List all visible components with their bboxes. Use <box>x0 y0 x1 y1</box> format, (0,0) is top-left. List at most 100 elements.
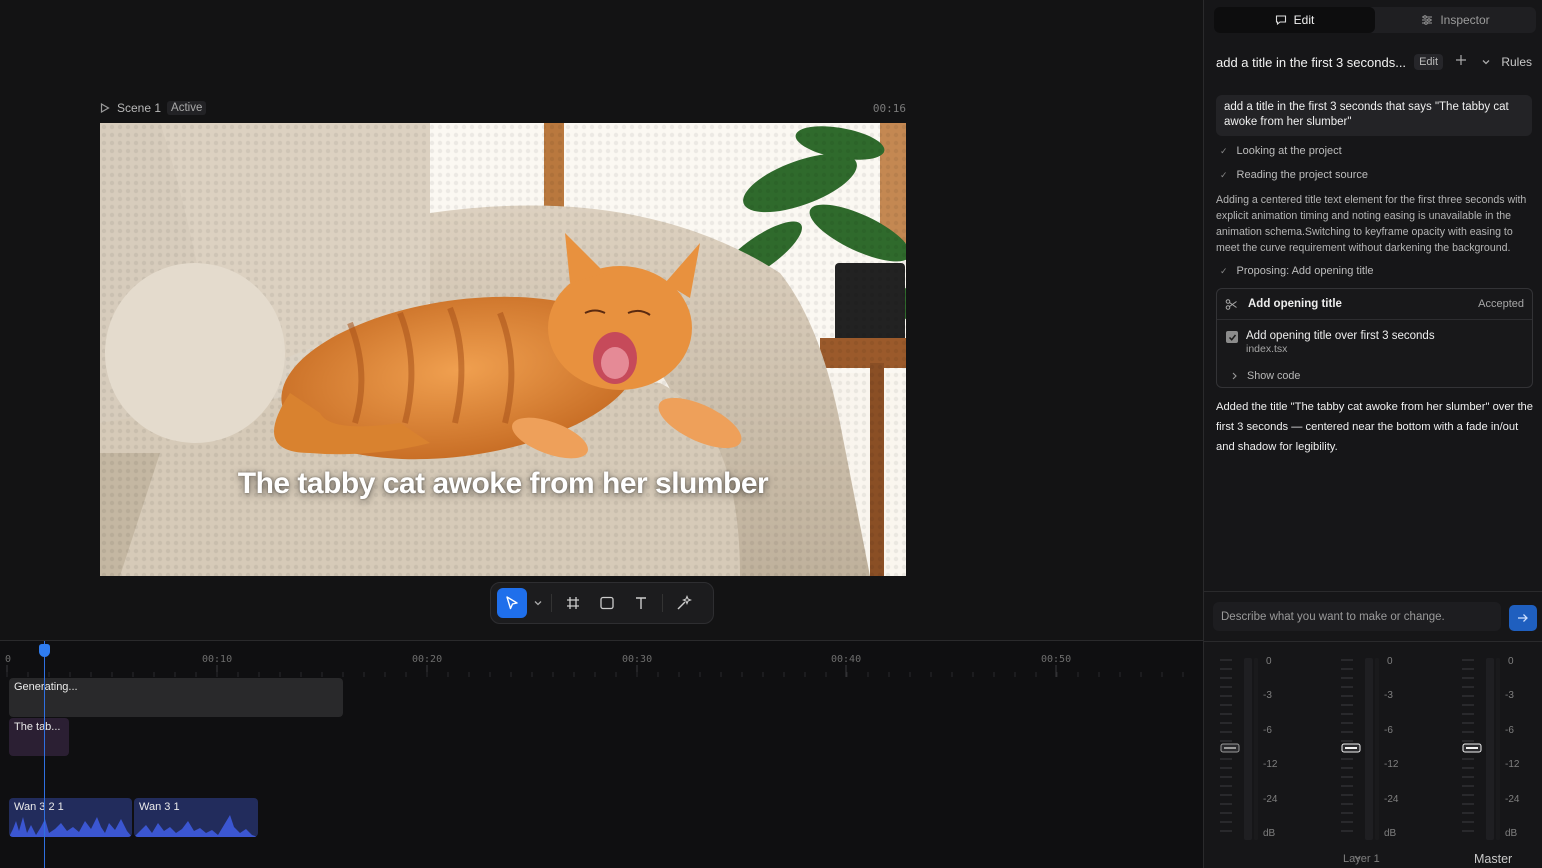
level-meter <box>1496 658 1500 840</box>
tab-inspector-label: Inspector <box>1440 13 1490 27</box>
master-label: Master <box>1474 852 1513 866</box>
db-scale-label: 0 <box>1387 656 1393 667</box>
arrow-right-icon <box>1518 614 1528 622</box>
cat-photo-illustration <box>100 123 906 576</box>
db-scale-label: -3 <box>1505 690 1514 701</box>
prompt-input[interactable] <box>1213 602 1501 631</box>
video-frame[interactable]: The tabby cat awoke from her slumber <box>100 123 906 576</box>
db-scale-label: -12 <box>1505 759 1520 770</box>
db-scale-label: -6 <box>1505 725 1514 736</box>
video-title-overlay[interactable]: The tabby cat awoke from her slumber <box>100 467 906 501</box>
ruler-label: 00:40 <box>831 654 862 665</box>
select-tool-button[interactable] <box>497 588 527 618</box>
step-label: Reading the project source <box>1236 169 1369 181</box>
change-card: Add opening title Accepted Add opening t… <box>1216 288 1533 388</box>
thread-header: add a title in the first 3 seconds... Ed… <box>1216 52 1532 72</box>
toolbar-divider <box>662 594 663 612</box>
grid-tool-button[interactable] <box>558 588 588 618</box>
scene-name: Scene 1 <box>117 101 162 115</box>
rectangle-icon <box>600 596 614 610</box>
db-scale-label: -6 <box>1263 725 1272 736</box>
text-clip[interactable]: The tab... <box>9 718 69 756</box>
toolbar-divider <box>551 594 552 612</box>
db-scale-label: dB <box>1505 828 1518 839</box>
user-message: add a title in the first 3 seconds that … <box>1216 95 1532 136</box>
sliders-icon <box>1422 15 1433 25</box>
sparkle-magic-icon <box>677 595 692 610</box>
tab-edit-label: Edit <box>1293 13 1315 27</box>
playhead-handle[interactable] <box>39 644 50 657</box>
select-arrow-icon <box>506 596 518 610</box>
change-item-checkbox[interactable] <box>1226 331 1238 343</box>
timeline[interactable]: 0 00:10 00:20 00:30 00:40 00:50 Generati… <box>0 640 1203 868</box>
checkmark-icon <box>1228 334 1236 341</box>
panel-tabs: Edit Inspector <box>1214 7 1536 33</box>
chat-bubble-icon <box>1275 15 1286 26</box>
grid-hash-icon <box>567 597 579 609</box>
mixer-meters <box>1220 658 1500 840</box>
change-card-header[interactable]: Add opening title Accepted <box>1217 289 1532 320</box>
db-scale-label: -3 <box>1384 690 1393 701</box>
db-scale-label: -24 <box>1263 794 1278 805</box>
db-scale-label: 0 <box>1266 656 1272 667</box>
audio-clip[interactable]: Wan 3 2 1 <box>9 798 132 837</box>
channel-select[interactable]: Layer 1 <box>1343 853 1380 865</box>
ruler-label: 00:50 <box>1041 654 1072 665</box>
change-card-title: Add opening title <box>1248 298 1342 310</box>
progress-step: ✓ Proposing: Add opening title <box>1220 265 1374 277</box>
preview-area: Scene 1 Active 00:16 The tabby cat awoke… <box>0 0 1203 640</box>
thread-edit-button[interactable]: Edit <box>1414 54 1444 70</box>
canvas-toolbar <box>490 582 714 624</box>
audio-mixer: 0 -3 -6 -12 -24 dB 0 -3 -6 -12 -24 dB 0 -3 -6 -12 -24 dB … <box>1204 641 1542 868</box>
ruler-label: 00:20 <box>412 654 443 665</box>
thread-title[interactable]: add a title in the first 3 seconds... <box>1216 55 1406 70</box>
level-meter <box>1244 658 1252 840</box>
step-label: Looking at the project <box>1236 145 1342 157</box>
audio-waveform <box>9 817 132 837</box>
assistant-panel: Edit Inspector add a title in the first … <box>1203 0 1542 868</box>
ruler-label: 00:10 <box>202 654 233 665</box>
change-item-file[interactable]: index.tsx <box>1246 343 1435 355</box>
text-tool-button[interactable] <box>626 588 656 618</box>
tab-edit[interactable]: Edit <box>1214 7 1375 33</box>
play-icon[interactable] <box>100 103 110 113</box>
progress-step: ✓ Looking at the project <box>1220 145 1342 157</box>
playhead-line[interactable] <box>44 641 45 868</box>
db-scale-label: -3 <box>1263 690 1272 701</box>
rectangle-tool-button[interactable] <box>592 588 622 618</box>
rules-button[interactable]: Rules <box>1501 55 1532 69</box>
new-thread-button[interactable] <box>1455 53 1467 71</box>
change-item-title: Add opening title over first 3 seconds <box>1246 330 1435 342</box>
chevron-right-icon <box>1232 372 1237 380</box>
db-scale-label: -12 <box>1263 759 1278 770</box>
level-meter <box>1254 658 1258 840</box>
chevron-down-icon <box>1482 59 1490 64</box>
scene-time: 00:16 <box>872 101 906 115</box>
level-meter <box>1375 658 1379 840</box>
select-tool-dropdown[interactable] <box>531 588 545 618</box>
thread-dropdown-button[interactable] <box>1481 55 1491 70</box>
db-scale-label: dB <box>1384 828 1397 839</box>
db-scale-label: dB <box>1263 828 1276 839</box>
check-icon: ✓ <box>1220 169 1228 180</box>
scene-status-badge: Active <box>167 101 207 115</box>
show-code-toggle[interactable]: Show code <box>1231 370 1300 382</box>
audio-clip[interactable]: Wan 3 1 <box>134 798 258 837</box>
progress-step: ✓ Reading the project source <box>1220 169 1368 181</box>
ruler-label: 0 <box>5 654 12 665</box>
send-button[interactable] <box>1509 605 1537 631</box>
level-meter <box>1486 658 1494 840</box>
check-icon: ✓ <box>1220 265 1228 276</box>
level-meter <box>1365 658 1373 840</box>
scene-header: Scene 1 Active 00:16 <box>100 99 906 117</box>
timeline-ruler-ticks <box>6 665 1184 677</box>
tab-inspector[interactable]: Inspector <box>1375 7 1536 33</box>
assistant-final-message: Added the title "The tabby cat awoke fro… <box>1216 401 1534 453</box>
ruler-label: 00:30 <box>622 654 653 665</box>
check-icon: ✓ <box>1220 145 1228 156</box>
db-scale-label: -24 <box>1384 794 1399 805</box>
generating-clip[interactable]: Generating... <box>9 678 343 717</box>
ai-magic-tool-button[interactable] <box>669 588 699 618</box>
audio-clip-label: Wan 3 2 1 <box>14 801 64 813</box>
chevron-down-icon <box>1354 855 1361 860</box>
